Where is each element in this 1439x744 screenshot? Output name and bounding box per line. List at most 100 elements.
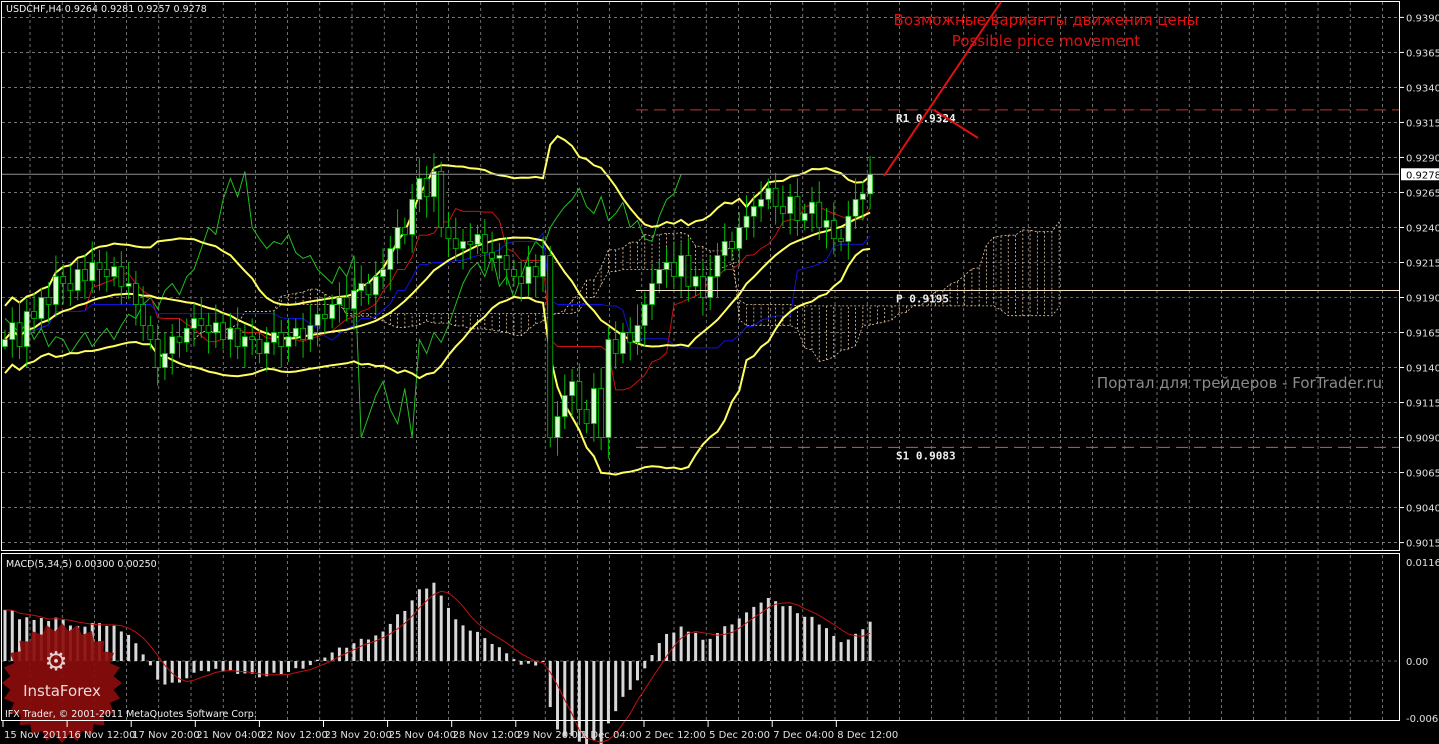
candle-bear <box>147 325 154 340</box>
macd-bar <box>657 643 661 661</box>
candle-bull <box>525 266 532 284</box>
candle-bear <box>772 187 779 207</box>
candle-bull <box>852 199 859 217</box>
price-chart[interactable]: R1 0.9324P 0.9195S1 0.9083 ⚙ InstaForex … <box>0 0 1439 744</box>
macd-bar <box>396 614 400 661</box>
candle-bear <box>612 339 619 354</box>
macd-bar <box>287 661 291 672</box>
candle-bear <box>467 241 474 245</box>
macd-bar <box>388 623 392 661</box>
candle-bull <box>125 283 132 287</box>
candle-bull <box>721 241 728 256</box>
candle-bull <box>314 313 321 326</box>
candle-bull <box>809 201 815 214</box>
candle-bear <box>343 297 350 310</box>
candle-bull <box>271 332 277 343</box>
candle-bull <box>89 262 96 282</box>
macd-bar <box>141 654 145 661</box>
candle-bear <box>67 283 74 291</box>
candle-bear <box>45 297 52 305</box>
macd-tick-label: 0.00 <box>1406 657 1428 668</box>
macd-bar <box>374 635 378 661</box>
candle-bull <box>743 215 750 228</box>
candle-bear <box>794 196 801 221</box>
price-tick-label: 0.9190 <box>1406 294 1439 305</box>
macd-bar <box>279 661 283 675</box>
time-tick-label: 28 Nov 12:00 <box>453 730 520 741</box>
instaforex-logo: ⚙ InstaForex <box>2 623 122 743</box>
macd-bar <box>556 661 560 730</box>
candle-bear <box>103 269 110 277</box>
candle-bear <box>278 332 285 347</box>
candle-bull <box>692 276 699 287</box>
macd-tick-label: 0.01163 <box>1406 558 1439 569</box>
copyright-text: IFX Trader, © 2001-2011 MetaQuotes Softw… <box>5 709 257 720</box>
candle-bear <box>365 283 372 296</box>
candle-bull <box>714 255 721 277</box>
candle-bear <box>60 276 67 284</box>
macd-pane-border <box>1 553 1400 721</box>
candle-bull <box>474 234 481 245</box>
candle-bear <box>452 238 459 249</box>
macd-bar <box>825 628 829 661</box>
macd-bar <box>446 607 450 661</box>
candle-bull <box>845 215 852 242</box>
price-tick-label: 0.9115 <box>1406 399 1439 410</box>
macd-bar <box>207 661 211 672</box>
time-tick-label: 29 Nov 20:00 <box>517 730 584 741</box>
macd-bar <box>359 638 363 661</box>
time-tick-label: 21 Nov 04:00 <box>196 730 263 741</box>
watermark: Портал для трейдеров - ForTrader.ru <box>1097 374 1382 392</box>
macd-bar <box>301 661 305 669</box>
price-tick-label: 0.9265 <box>1406 188 1439 199</box>
logo-gear-icon: ⚙ <box>44 647 67 677</box>
macd-bar <box>272 661 276 673</box>
macd-bar <box>410 600 414 661</box>
candle-bull <box>540 255 546 277</box>
macd-bar <box>832 635 836 661</box>
candle-bull <box>416 178 423 200</box>
macd-bar <box>846 639 850 661</box>
macd-bar <box>752 606 756 661</box>
candle-bull <box>554 416 561 438</box>
candle-bear <box>220 322 227 340</box>
candle-bull <box>227 327 234 340</box>
candle-bull <box>285 336 292 347</box>
candle-bull <box>111 266 117 277</box>
macd-bar <box>708 638 712 661</box>
candle-bull <box>263 341 270 354</box>
price-tick-label: 0.9365 <box>1406 48 1439 59</box>
candle-bear <box>31 311 37 319</box>
candle-bull <box>23 311 30 347</box>
candle-bull <box>867 173 874 195</box>
macd-bar <box>526 661 530 664</box>
macd-bar <box>686 631 690 661</box>
macd-bar <box>316 659 320 661</box>
candle-bear <box>779 206 786 214</box>
candle-bull <box>212 322 219 333</box>
time-tick-label: 2 Dec 12:00 <box>645 730 706 741</box>
candle-bear <box>547 255 554 438</box>
macd-bar <box>628 661 632 690</box>
macd-tick-label: -0.00684 <box>1406 714 1439 725</box>
price-tick-label: 0.9015 <box>1406 539 1439 550</box>
macd-bar <box>148 661 152 666</box>
candle-bull <box>394 227 401 249</box>
macd-bar <box>265 661 269 677</box>
macd-bar <box>679 626 683 661</box>
macd-bar <box>795 613 799 661</box>
candle-bear <box>532 266 539 277</box>
macd-bar <box>221 661 225 672</box>
macd-bar <box>519 661 523 665</box>
time-tick-label: 5 Dec 20:00 <box>709 730 770 741</box>
candle-bear <box>234 327 241 347</box>
macd-bar <box>759 602 763 661</box>
candle-bear <box>154 339 161 368</box>
time-tick-label: 8 Dec 12:00 <box>837 730 898 741</box>
macd-bar <box>454 619 458 661</box>
chart-header: USDCHF,H4 0.9264 0.9281 0.9257 0.9278 <box>6 4 207 15</box>
candle-bear <box>82 269 88 282</box>
price-tick-label: 0.9065 <box>1406 469 1439 480</box>
macd-bar <box>345 647 349 661</box>
candle-bear <box>16 322 23 347</box>
